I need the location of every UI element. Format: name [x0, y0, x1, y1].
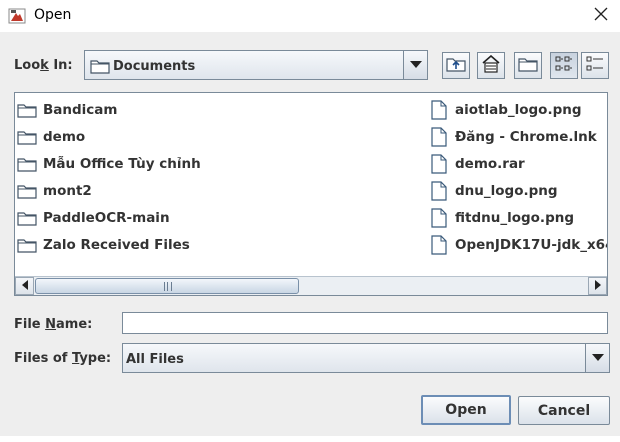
look-in-label: Look In: — [14, 58, 73, 73]
chevron-right-icon — [594, 279, 602, 294]
open-button[interactable]: Open — [421, 395, 511, 425]
details-view-icon — [585, 55, 605, 77]
look-in-combo[interactable]: Documents — [84, 50, 428, 80]
folder-icon — [17, 235, 37, 255]
new-folder-button[interactable] — [514, 52, 542, 79]
file-type-label: Files of Type: — [14, 351, 112, 366]
java-app-icon — [8, 7, 26, 25]
dialog-body: Look In: Documents Bandicam demo Mẫu Off… — [0, 32, 620, 442]
scroll-right-button[interactable] — [588, 277, 607, 295]
file-icon — [429, 100, 449, 120]
folder-icon — [17, 100, 37, 120]
file-icon — [429, 181, 449, 201]
chevron-left-icon — [21, 279, 29, 294]
file-list[interactable]: Bandicam demo Mẫu Office Tùy chỉnh mont2… — [14, 92, 608, 296]
file-name-input[interactable] — [122, 312, 608, 334]
file-icon — [429, 208, 449, 228]
list-item[interactable]: demo — [17, 124, 85, 150]
home-button[interactable] — [477, 52, 505, 79]
look-in-value: Documents — [113, 59, 196, 74]
list-item[interactable]: OpenJDK17U-jdk_x64 — [429, 232, 607, 258]
file-name-label: File Name: — [14, 317, 93, 332]
file-icon — [429, 154, 449, 174]
details-view-button[interactable] — [581, 52, 609, 79]
folder-icon — [17, 181, 37, 201]
folder-icon — [90, 57, 110, 79]
list-item[interactable]: Zalo Received Files — [17, 232, 190, 258]
list-item[interactable]: fitdnu_logo.png — [429, 205, 574, 231]
file-type-combo[interactable]: All Files — [122, 343, 610, 373]
scrollbar-thumb[interactable] — [35, 278, 299, 294]
up-one-level-button[interactable] — [442, 52, 470, 79]
list-item[interactable]: aiotlab_logo.png — [429, 97, 582, 123]
file-type-value: All Files — [126, 352, 184, 367]
grip-icon — [164, 282, 172, 291]
list-item[interactable]: demo.rar — [429, 151, 525, 177]
list-item[interactable]: Mẫu Office Tùy chỉnh — [17, 151, 201, 177]
list-item[interactable]: mont2 — [17, 178, 92, 204]
document-column: aiotlab_logo.png Đăng - Chrome.lnk demo.… — [429, 97, 607, 261]
close-icon — [594, 7, 608, 25]
up-folder-icon — [446, 55, 466, 77]
title-bar: Open — [0, 0, 620, 32]
folder-icon — [17, 127, 37, 147]
list-view-button[interactable] — [550, 52, 578, 79]
list-item[interactable]: PaddleOCR-main — [17, 205, 170, 231]
file-icon — [429, 127, 449, 147]
folder-icon — [17, 154, 37, 174]
list-item[interactable]: Bandicam — [17, 97, 117, 123]
list-view-icon — [554, 55, 574, 77]
new-folder-icon — [518, 55, 538, 77]
bottom-edge — [0, 436, 620, 442]
scroll-left-button[interactable] — [15, 277, 34, 295]
folder-icon — [17, 208, 37, 228]
window-title: Open — [34, 7, 72, 23]
close-button[interactable] — [586, 4, 616, 28]
horizontal-scrollbar[interactable] — [15, 276, 607, 295]
file-type-dropdown-arrow[interactable] — [585, 344, 609, 372]
list-item[interactable]: Đăng - Chrome.lnk — [429, 124, 597, 150]
chevron-down-icon — [591, 351, 604, 366]
list-item[interactable]: dnu_logo.png — [429, 178, 558, 204]
home-icon — [481, 54, 501, 77]
look-in-dropdown-arrow[interactable] — [403, 51, 427, 79]
cancel-button[interactable]: Cancel — [518, 396, 610, 425]
chevron-down-icon — [409, 58, 422, 73]
file-icon — [429, 235, 449, 255]
